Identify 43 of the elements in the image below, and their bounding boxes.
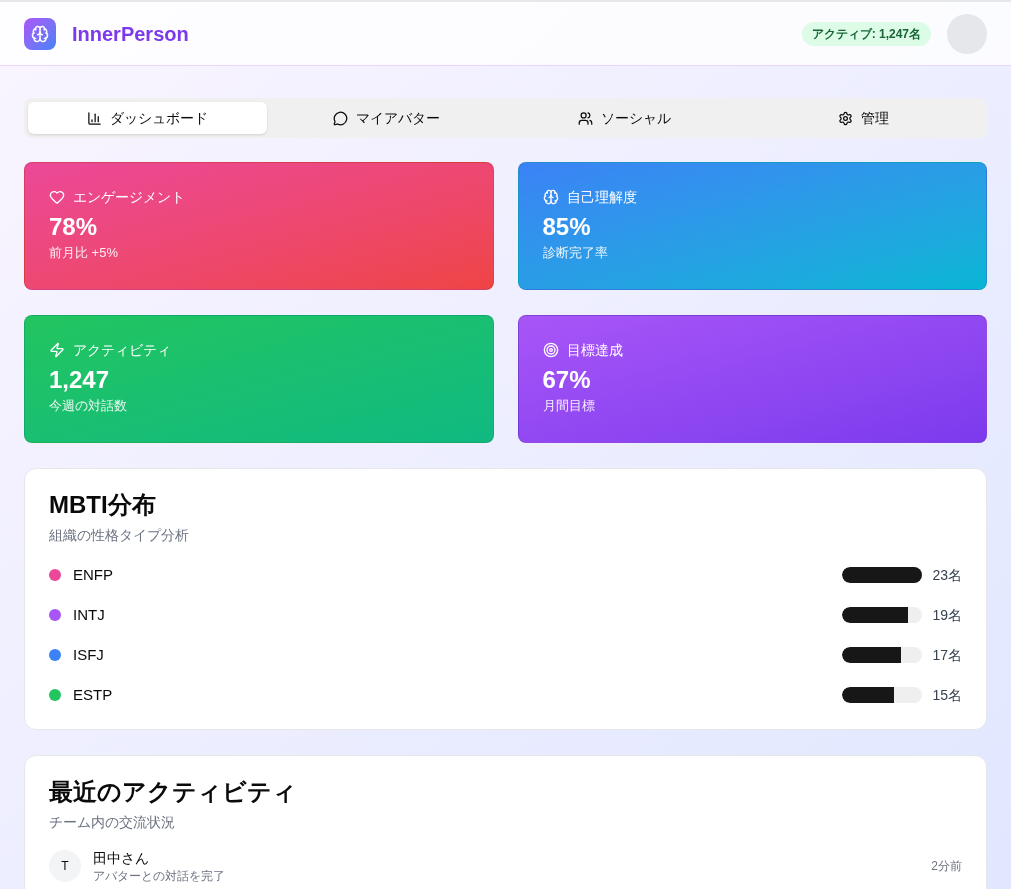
stat-label: 自己理解度 (566, 188, 637, 207)
stat-caption: 診断完了率 (542, 244, 609, 262)
stat-caption: 月間目標 (542, 397, 596, 415)
stat-caption: 今週の対話数 (49, 397, 128, 415)
activity-time: 2分前 (931, 858, 962, 874)
stat-label: 目標達成 (566, 341, 623, 360)
type-count: 19名 (931, 606, 962, 625)
stat-value: 78% (49, 212, 99, 242)
heart-icon (49, 189, 65, 205)
type-count: 17名 (931, 646, 962, 665)
brain-icon (542, 189, 559, 205)
type-name: ENFP (73, 564, 113, 585)
card-subtitle: 組織の性格タイプ分析 (49, 526, 190, 545)
type-name: ISFJ (73, 644, 104, 665)
stat-value: 67% (542, 365, 592, 395)
chat-bubble-icon (332, 110, 348, 126)
lightning-icon (49, 342, 65, 358)
type-name: ESTP (73, 684, 113, 705)
bar-chart-icon (86, 110, 102, 126)
brain-logo-icon (24, 17, 56, 50)
tab[interactable]: ソーシャル (505, 102, 745, 134)
type-name: INTJ (73, 604, 105, 625)
tab[interactable]: ダッシュボード (28, 102, 267, 134)
tab[interactable]: 管理 (744, 102, 983, 134)
brand-name: InnerPerson (72, 21, 189, 47)
stat-value: 85% (542, 212, 592, 242)
card-subtitle: チーム内の交流状況 (49, 813, 176, 832)
type-count: 23名 (931, 566, 962, 585)
active-users-badge: アクティブ: 1,247名 (801, 21, 931, 46)
stat-label: アクティビティ (73, 341, 171, 360)
activity-text: アバターとの対話を完了 (93, 868, 225, 884)
settings-icon (838, 110, 854, 126)
users-icon (578, 110, 594, 126)
card-title: 最近のアクティビティ (49, 777, 298, 807)
stat-value: 1,247 (49, 365, 111, 395)
stat-caption: 前月比 +5% (49, 244, 119, 262)
type-count: 15名 (931, 686, 962, 705)
card-title: MBTI分布 (49, 490, 157, 520)
stat-label: エンゲージメント (73, 188, 185, 207)
target-icon (542, 342, 559, 358)
user-name: 田中さん (93, 849, 150, 868)
tab[interactable]: マイアバター (266, 102, 506, 134)
user-avatar: T (49, 850, 81, 882)
